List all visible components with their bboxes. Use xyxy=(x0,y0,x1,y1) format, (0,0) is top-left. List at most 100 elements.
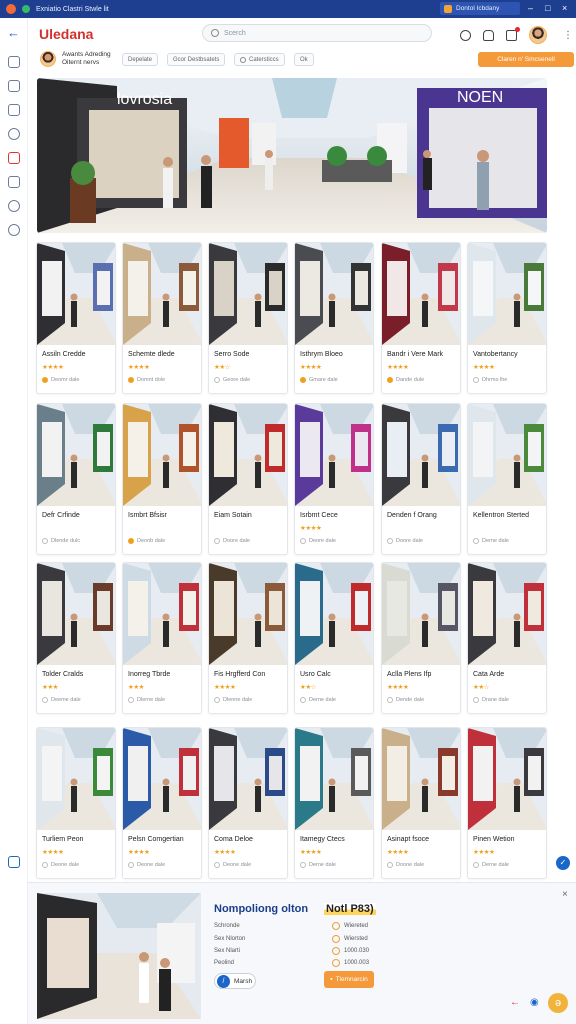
maximize-icon[interactable]: □ xyxy=(545,3,550,13)
filter-chip-1[interactable]: Depelate xyxy=(122,53,159,66)
meta-text: Deone dale xyxy=(51,862,80,868)
product-card[interactable]: Assiln Credde ★★★★ Deomr dale xyxy=(36,242,116,394)
product-card[interactable]: Tolder Cralds ★★★ Deeme dale xyxy=(36,562,116,714)
status-dot-icon xyxy=(300,377,306,383)
product-card[interactable]: Usro Calc ★★☆ Derne dale xyxy=(294,562,374,714)
search-toggle-icon[interactable] xyxy=(460,29,471,41)
product-rating: ★★★★ xyxy=(473,364,495,371)
more-icon[interactable]: ⋮ xyxy=(563,30,573,41)
product-meta: Derne dale xyxy=(473,862,509,868)
status-dot-icon xyxy=(473,697,479,703)
search-icon xyxy=(211,29,219,37)
product-image xyxy=(382,728,460,830)
product-card[interactable]: Ismbrt Bfsisr Deonb dale xyxy=(122,403,202,555)
product-rating: ★★★★ xyxy=(42,364,64,371)
product-card[interactable]: Denden f Orang Doore dale xyxy=(381,403,461,555)
close-icon[interactable]: × xyxy=(562,889,568,900)
product-rating: ★★☆ xyxy=(214,364,230,371)
product-name: Defr Crfinde xyxy=(42,512,80,519)
product-card[interactable]: Eiam Sotain Doore dale xyxy=(208,403,288,555)
edit-icon[interactable] xyxy=(8,856,20,868)
product-rating: ★★☆ xyxy=(300,684,316,691)
location-icon[interactable]: ◉ xyxy=(530,997,539,1008)
messages-icon[interactable] xyxy=(506,26,520,41)
product-card[interactable]: Pinen Wetion ★★★★ Derne dale xyxy=(467,727,547,879)
product-rating: ★★★★ xyxy=(214,684,236,691)
search-input[interactable]: Scerch xyxy=(202,24,432,42)
tray-item[interactable]: Dontol Icbdany xyxy=(440,2,520,15)
alert-icon[interactable] xyxy=(8,152,20,164)
product-card[interactable]: Isrbmt Cece ★★★★ Deore dale xyxy=(294,403,374,555)
circle-icon xyxy=(332,959,340,967)
chat-icon[interactable]: ə xyxy=(548,993,568,1013)
calendar-icon[interactable] xyxy=(8,80,20,92)
meta-text: Dlende dulc xyxy=(51,538,81,544)
product-card[interactable]: Isthrym Bloeo ★★★★ Gmare dale xyxy=(294,242,374,394)
app-logo[interactable]: Uledana xyxy=(39,26,93,42)
detail-panel: × Nompoliong olton Notl P83) Schronde Se… xyxy=(28,882,576,1024)
product-card[interactable]: Inorreg Tbrde ★★★ Dlerne dale xyxy=(122,562,202,714)
product-card[interactable]: Coma Deloe ★★★★ Deone dale xyxy=(208,727,288,879)
product-card[interactable]: Defr Crfinde Dlende dulc xyxy=(36,403,116,555)
product-name: Ismbrt Bfsisr xyxy=(128,512,167,519)
product-card[interactable]: Serro Sode ★★☆ Geore dale xyxy=(208,242,288,394)
filter-chip-3[interactable]: Catersticcs xyxy=(234,53,285,66)
meta-text: Derne dale xyxy=(482,862,509,868)
back-arrow-icon[interactable]: ← xyxy=(7,26,20,40)
chip-label: Catersticcs xyxy=(249,56,279,63)
user-avatar[interactable] xyxy=(40,51,56,67)
phone-icon[interactable] xyxy=(8,56,20,68)
meta-text: Dlerne dale xyxy=(137,697,166,703)
check-icon[interactable]: ✓ xyxy=(556,856,570,870)
product-name: Inorreg Tbrde xyxy=(128,671,171,678)
product-card[interactable]: Asinapt fsoce ★★★★ Doone dale xyxy=(381,727,461,879)
bell-icon[interactable] xyxy=(483,29,494,41)
store-photo xyxy=(37,893,201,1019)
filter-chip-4[interactable]: Ok xyxy=(294,53,314,66)
detail-value: Wiereted xyxy=(332,922,368,930)
product-name: Pelsn Comgertian xyxy=(128,836,184,843)
grid-icon[interactable] xyxy=(8,104,20,116)
document-icon[interactable] xyxy=(8,176,20,188)
detail-title: Nompoliong olton xyxy=(214,903,309,915)
product-image xyxy=(123,243,201,345)
primary-cta-button[interactable]: Claren n' Smcsenell xyxy=(478,52,574,67)
product-card[interactable]: Aclla Plens Ifp ★★★★ Dende dale xyxy=(381,562,461,714)
product-card[interactable]: Fis Hrgfferd Con ★★★★ Dlenne dale xyxy=(208,562,288,714)
app-icon xyxy=(6,4,16,14)
product-card[interactable]: Pelsn Comgertian ★★★★ Deone dale xyxy=(122,727,202,879)
product-card[interactable]: Vantobertancy ★★★★ Dhrmo lhe xyxy=(467,242,547,394)
avatar[interactable] xyxy=(529,26,547,44)
product-rating: ★★★★ xyxy=(300,849,322,856)
map-button[interactable]: / Marsh xyxy=(214,973,256,989)
product-card[interactable]: Itamegy Ctecs ★★★★ Derne dale xyxy=(294,727,374,879)
product-card[interactable]: Bandr i Vere Mark ★★★★ Dande dule xyxy=(381,242,461,394)
detail-image[interactable] xyxy=(37,893,201,1019)
product-card[interactable]: Cata Arde ★★☆ Drane dale xyxy=(467,562,547,714)
meta-text: Derne dale xyxy=(309,697,336,703)
meta-text: Doone dale xyxy=(396,862,425,868)
back-icon[interactable]: ← xyxy=(510,997,520,1008)
product-card[interactable]: Schemte dlede ★★★★ Domnt dole xyxy=(122,242,202,394)
meta-text: Derne dale xyxy=(309,862,336,868)
product-rating: ★★★★ xyxy=(473,849,495,856)
product-card[interactable]: Kellentron Sterted Derne dale xyxy=(467,403,547,555)
product-rating: ★★★★ xyxy=(128,849,150,856)
product-meta: Deone dale xyxy=(42,862,79,868)
product-name: Itamegy Ctecs xyxy=(300,836,345,843)
compass-icon[interactable] xyxy=(8,224,20,236)
clock-icon[interactable] xyxy=(8,128,20,140)
bag-icon: ▪ xyxy=(330,976,333,983)
product-name: Tolder Cralds xyxy=(42,671,84,678)
hero-banner[interactable]: lovrosia NOEN xyxy=(37,78,547,233)
product-meta: Deomr dale xyxy=(42,377,79,383)
filter-chip-2[interactable]: Gcor Destbsatets xyxy=(167,53,226,66)
close-window-icon[interactable]: × xyxy=(562,3,567,13)
product-image xyxy=(37,243,115,345)
tag-icon[interactable] xyxy=(8,200,20,212)
minimize-icon[interactable]: – xyxy=(528,3,533,13)
product-card[interactable]: Turliem Peon ★★★★ Deone dale xyxy=(36,727,116,879)
pin-icon: / xyxy=(217,974,230,988)
meta-text: Gmare dale xyxy=(309,377,338,383)
action-button[interactable]: ▪ Tlemnarcin xyxy=(324,971,374,988)
